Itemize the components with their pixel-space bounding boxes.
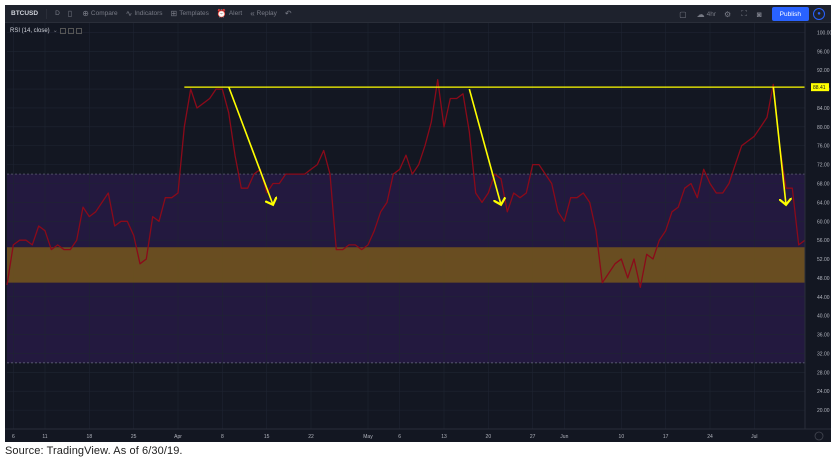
replay-button[interactable]: «Replay (250, 9, 277, 18)
y-tick-label: 100.00 (817, 30, 831, 36)
current-value-label: 88.41 (813, 85, 826, 91)
close-icon[interactable] (75, 27, 82, 34)
record-icon[interactable]: ● (813, 8, 825, 20)
alarm-icon: ⏰ (216, 9, 227, 18)
undo-icon: ↶ (284, 9, 292, 18)
templates-button[interactable]: ⊞ Templates (171, 9, 209, 18)
indicator-name: RSI (14, close) (10, 27, 50, 34)
symbol-search[interactable]: BTCUSD (11, 10, 38, 17)
interval-button[interactable]: D (55, 10, 60, 17)
x-tick-label: Apr (174, 434, 182, 440)
layout-label: 4hr (706, 10, 717, 18)
y-tick-label: 40.00 (817, 314, 830, 320)
cloud-icon: ☁ (696, 9, 705, 19)
plus-circle-icon: ⊕ (82, 9, 89, 18)
y-tick-label: 20.00 (817, 408, 830, 414)
x-tick-label: Jun (560, 434, 568, 440)
templates-icon: ⊞ (170, 9, 178, 18)
x-tick-label: 8 (221, 434, 224, 440)
y-tick-label: 56.00 (817, 238, 830, 244)
y-tick-label: 52.00 (817, 257, 830, 263)
y-tick-label: 84.00 (817, 106, 830, 112)
support-zone (7, 247, 805, 283)
eye-icon[interactable] (59, 27, 66, 34)
x-tick-label: May (363, 434, 373, 440)
y-tick-label: 64.00 (817, 200, 830, 206)
chevron-down-icon[interactable]: ⌄ (53, 27, 58, 34)
x-tick-label: 18 (87, 434, 93, 440)
y-tick-label: 80.00 (817, 125, 830, 131)
rsi-chart[interactable]: 100.0096.0092.0088.0084.0080.0076.0072.0… (5, 23, 831, 442)
layout-button[interactable]: ☁ 4hr (697, 10, 716, 19)
y-tick-label: 76.00 (817, 144, 830, 150)
undo-button[interactable]: ↶ (285, 9, 294, 18)
x-tick-label: 6 (398, 434, 401, 440)
x-tick-label: 17 (663, 434, 669, 440)
square-icon[interactable]: ▢ (679, 10, 687, 19)
chart-window: BTCUSD D ▯ ⊕ Compare ∿ Indicators ⊞ Templat… (5, 5, 831, 442)
indicators-label: Indicators (134, 10, 163, 17)
indicator-legend: RSI (14, close) ⌄ (10, 27, 82, 34)
replay-icon: « (250, 9, 255, 18)
replay-label: Replay (256, 10, 277, 17)
x-tick-label: 25 (131, 434, 137, 440)
y-tick-label: 48.00 (817, 276, 830, 282)
x-tick-label: 10 (619, 434, 625, 440)
camera-icon[interactable]: ◙ (757, 10, 762, 19)
x-tick-label: Jul (751, 434, 757, 440)
compare-button[interactable]: ⊕ Compare (82, 9, 117, 18)
alert-button[interactable]: ⏰ Alert (217, 9, 242, 18)
x-tick-label: 6 (12, 434, 15, 440)
alert-label: Alert (228, 10, 243, 17)
y-tick-label: 60.00 (817, 219, 830, 225)
x-tick-label: 13 (441, 434, 447, 440)
x-tick-label: 11 (42, 434, 47, 440)
gear-icon[interactable]: ⚙ (724, 10, 731, 19)
x-tick-label: 20 (486, 434, 492, 440)
x-tick-label: 15 (264, 434, 270, 440)
compare-label: Compare (90, 10, 118, 17)
y-tick-label: 92.00 (817, 68, 830, 74)
y-tick-label: 28.00 (817, 370, 830, 376)
toolbar-right: ▢ ☁ 4hr ⚙ ⛶ ◙ Publish ● (679, 5, 831, 23)
y-tick-label: 32.00 (817, 351, 830, 357)
templates-label: Templates (179, 10, 209, 17)
settings-icon[interactable] (67, 27, 74, 34)
indicators-button[interactable]: ∿ Indicators (126, 9, 163, 18)
y-tick-label: 96.00 (817, 49, 830, 55)
y-tick-label: 36.00 (817, 333, 830, 339)
y-tick-label: 24.00 (817, 389, 830, 395)
y-tick-label: 44.00 (817, 295, 830, 301)
x-tick-label: 27 (530, 434, 536, 440)
candles-icon: ▯ (67, 9, 73, 18)
toolbar-divider (46, 8, 48, 19)
indicators-icon: ∿ (125, 9, 133, 18)
source-note: Source: TradingView. As of 6/30/19. (5, 445, 183, 457)
y-tick-label: 68.00 (817, 182, 830, 188)
fullscreen-icon[interactable]: ⛶ (741, 9, 747, 19)
top-toolbar: BTCUSD D ▯ ⊕ Compare ∿ Indicators ⊞ Templat… (5, 5, 831, 23)
bar-style-button[interactable]: ▯ (68, 9, 74, 18)
x-tick-label: 24 (707, 434, 713, 440)
x-tick-label: 22 (308, 434, 314, 440)
publish-button[interactable]: Publish (771, 7, 809, 21)
y-tick-label: 72.00 (817, 163, 830, 169)
